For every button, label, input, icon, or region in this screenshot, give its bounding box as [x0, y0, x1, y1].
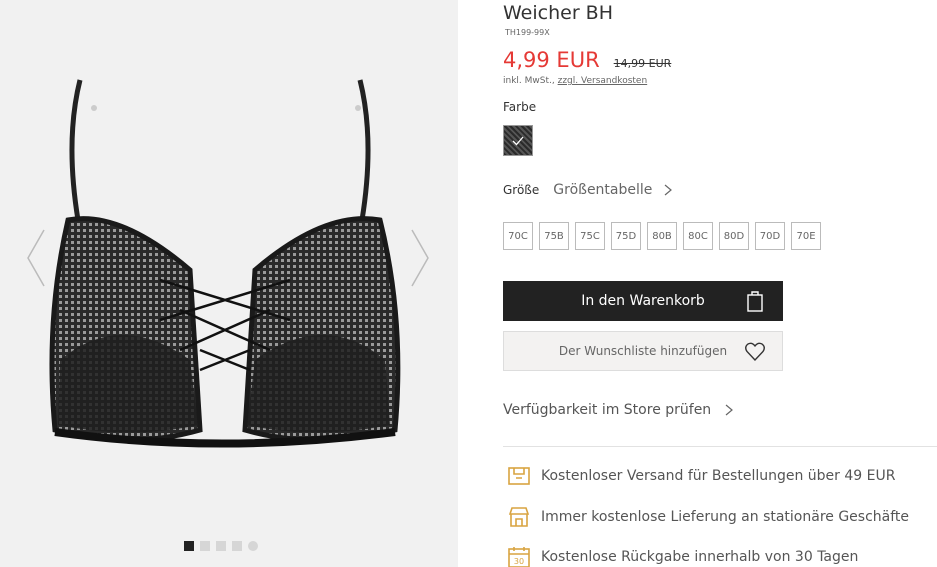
store-availability-link[interactable]: Verfügbarkeit im Store prüfen	[503, 402, 734, 418]
shopping-bag-icon	[747, 291, 763, 312]
size-option[interactable]: 80B	[647, 222, 677, 250]
product-gallery	[0, 0, 458, 567]
add-to-wishlist-button[interactable]: Der Wunschliste hinzufügen	[503, 331, 783, 371]
gallery-dot[interactable]	[216, 541, 226, 551]
store-availability-label: Verfügbarkeit im Store prüfen	[503, 402, 712, 418]
product-details: Weicher BH TH199-99X 4,99 EUR 14,99 EUR …	[503, 0, 937, 567]
gallery-dot[interactable]	[248, 541, 258, 551]
size-option[interactable]: 75D	[611, 222, 641, 250]
tax-info: inkl. MwSt., zzgl. Versandkosten	[503, 76, 647, 86]
size-options: 70C 75B 75C 75D 80B 80C 80D 70D 70E	[503, 222, 821, 250]
chevron-right-icon	[725, 404, 734, 416]
calendar-30-icon: 30	[508, 547, 530, 567]
chevron-right-icon[interactable]	[664, 184, 673, 196]
size-option[interactable]: 70C	[503, 222, 533, 250]
add-to-wishlist-label: Der Wunschliste hinzufügen	[558, 344, 728, 358]
add-to-cart-button[interactable]: In den Warenkorb	[503, 281, 783, 321]
size-option[interactable]: 80C	[683, 222, 713, 250]
size-option[interactable]: 75C	[575, 222, 605, 250]
product-sku: TH199-99X	[505, 28, 550, 37]
size-header: Größe Größentabelle	[503, 182, 673, 198]
shipping-costs-link[interactable]: zzgl. Versandkosten	[558, 76, 648, 86]
price-row: 4,99 EUR 14,99 EUR	[503, 48, 671, 72]
divider	[503, 446, 937, 447]
add-to-cart-label: In den Warenkorb	[581, 293, 705, 309]
heart-icon	[745, 342, 765, 362]
benefit-text: Kostenloser Versand für Bestellungen übe…	[541, 468, 896, 484]
product-image	[49, 79, 401, 448]
gallery-dot[interactable]	[232, 541, 242, 551]
current-price: 4,99 EUR	[503, 48, 600, 72]
checkmark-icon	[512, 136, 524, 145]
benefit-text: Immer kostenlose Lieferung an stationäre…	[541, 509, 910, 525]
gallery-dot[interactable]	[184, 541, 194, 551]
svg-text:30: 30	[514, 557, 524, 566]
size-label: Größe	[503, 183, 540, 197]
color-label: Farbe	[503, 100, 537, 114]
color-swatch-selected[interactable]	[503, 125, 533, 156]
benefit-free-returns: 30 Kostenlose Rückgabe innerhalb von 30 …	[507, 545, 858, 567]
size-table-link[interactable]: Größentabelle	[553, 182, 652, 198]
product-title: Weicher BH	[503, 2, 613, 24]
tax-text: inkl. MwSt.,	[503, 76, 555, 86]
size-option[interactable]: 70E	[791, 222, 821, 250]
old-price: 14,99 EUR	[613, 57, 672, 70]
store-icon	[508, 507, 530, 527]
gallery-pagination	[184, 541, 258, 551]
shipping-box-icon	[508, 467, 530, 485]
benefit-text: Kostenlose Rückgabe innerhalb von 30 Tag…	[541, 549, 859, 565]
size-option[interactable]: 75B	[539, 222, 569, 250]
benefit-free-shipping: Kostenloser Versand für Bestellungen übe…	[507, 464, 895, 488]
size-option[interactable]: 80D	[719, 222, 749, 250]
benefit-store-delivery: Immer kostenlose Lieferung an stationäre…	[507, 505, 909, 529]
size-option[interactable]: 70D	[755, 222, 785, 250]
gallery-next-arrow-icon[interactable]	[410, 228, 430, 288]
gallery-dot[interactable]	[200, 541, 210, 551]
